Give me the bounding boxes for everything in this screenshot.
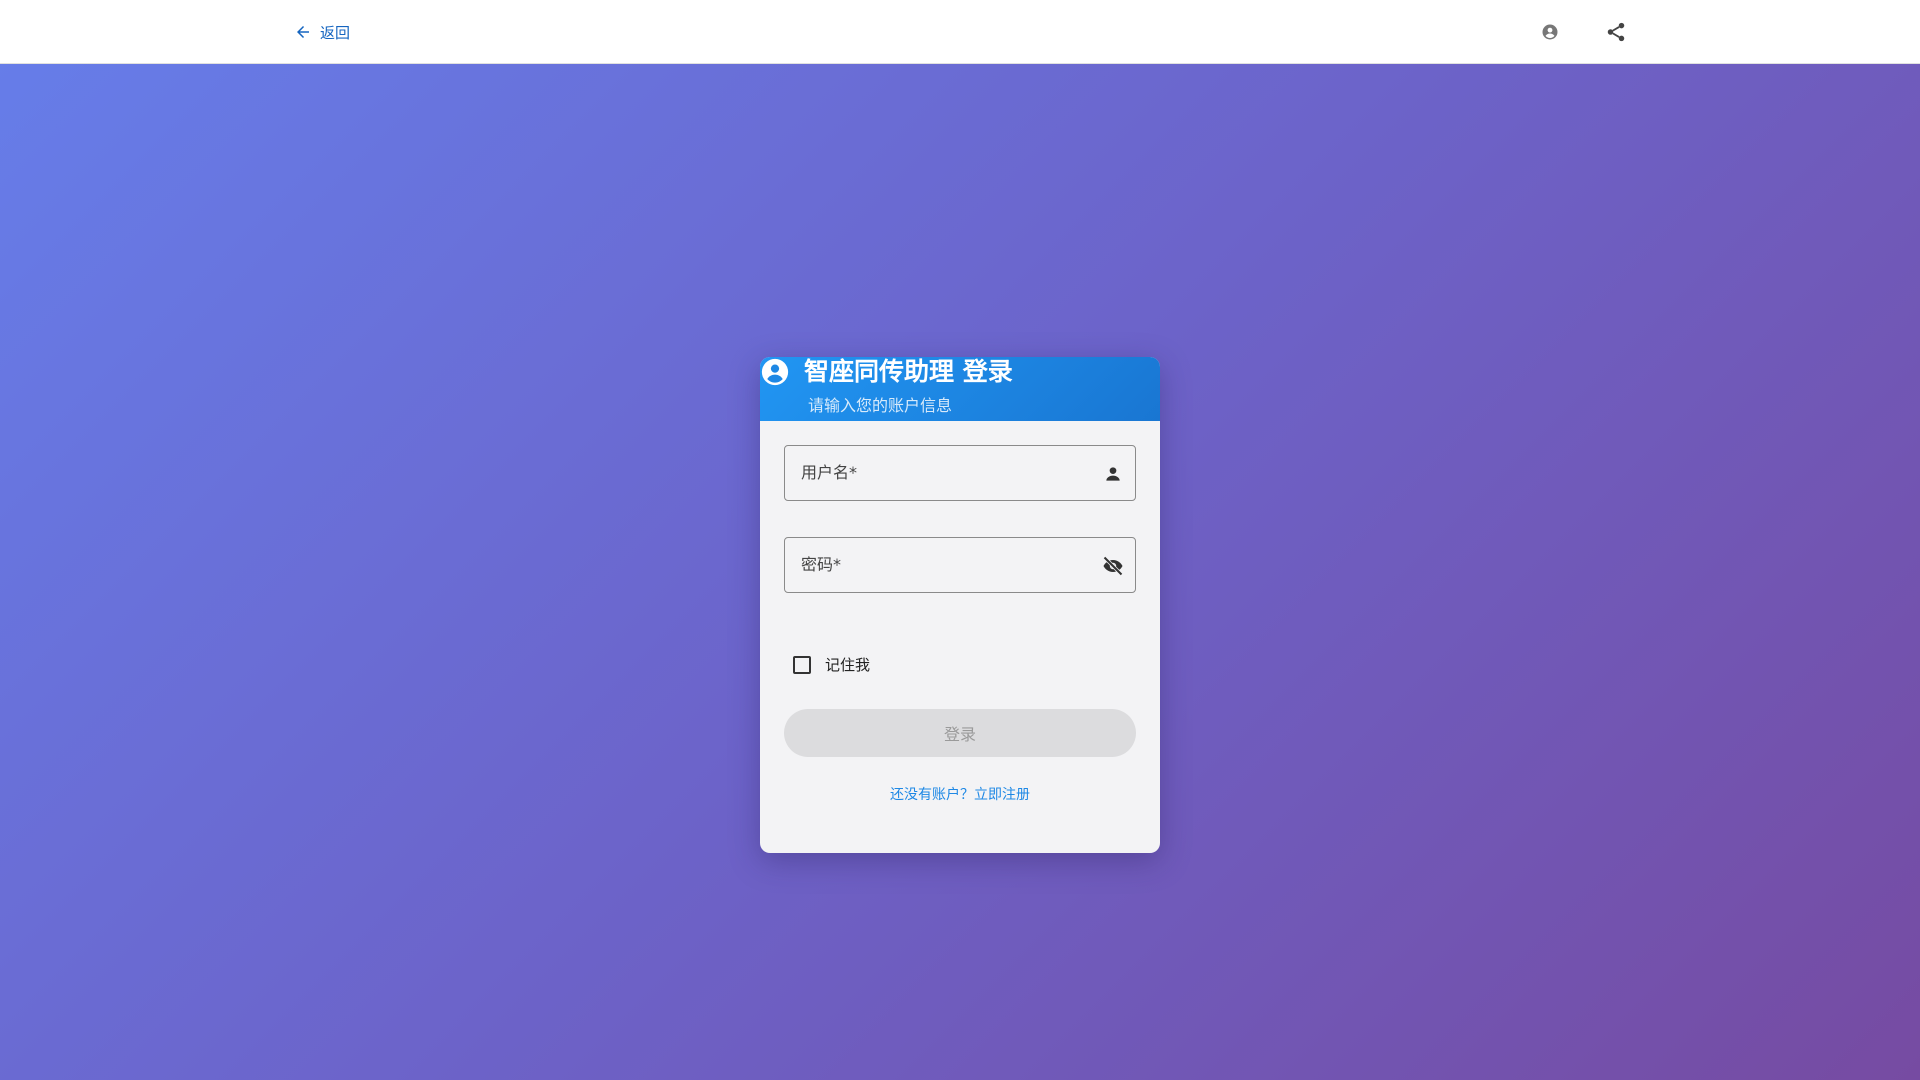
- password-label: 密码*: [801, 555, 842, 574]
- eye-off-icon[interactable]: [1099, 552, 1127, 580]
- top-app-bar: 返回: [0, 0, 1920, 64]
- person-icon: [1099, 460, 1127, 488]
- share-button[interactable]: [1602, 18, 1630, 46]
- back-label: 返回: [320, 23, 351, 42]
- remember-me-label: 记住我: [825, 656, 871, 674]
- login-card: 智座同传助理 登录 请输入您的账户信息 用户名* 密码* 记住我 登录 还没有账…: [760, 357, 1160, 853]
- login-title: 智座同传助理 登录: [804, 357, 1013, 386]
- account-circle-icon: [761, 358, 789, 386]
- remember-me-checkbox[interactable]: 记住我: [793, 654, 870, 675]
- username-field[interactable]: 用户名*: [784, 445, 1136, 501]
- arrow-left-icon: [297, 26, 309, 38]
- share-icon: [1607, 22, 1625, 42]
- login-button[interactable]: 登录: [784, 709, 1136, 757]
- back-button[interactable]: 返回: [294, 18, 350, 46]
- login-subtitle: 请输入您的账户信息: [808, 396, 953, 415]
- password-field[interactable]: 密码*: [784, 537, 1136, 593]
- register-link[interactable]: 还没有账户？立即注册: [760, 784, 1160, 804]
- checkbox-box[interactable]: [793, 655, 811, 674]
- username-label: 用户名*: [801, 463, 858, 482]
- login-card-header: 智座同传助理 登录 请输入您的账户信息: [760, 357, 1160, 421]
- account-button[interactable]: [1536, 18, 1564, 46]
- account-circle-icon: [1542, 24, 1558, 40]
